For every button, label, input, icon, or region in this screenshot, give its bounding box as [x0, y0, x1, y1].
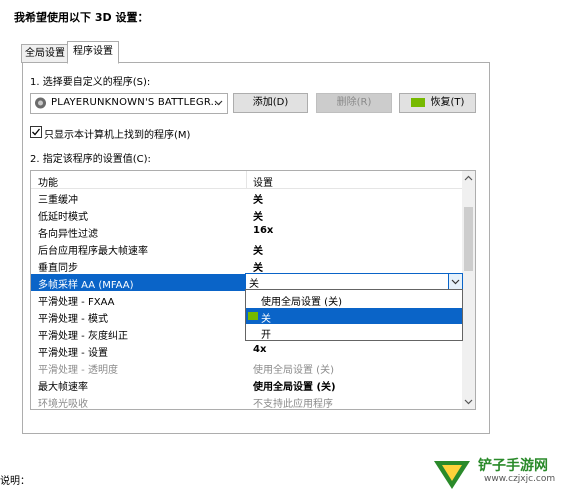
row-feature: 平滑处理 - 设置 — [38, 348, 108, 359]
tab-program-settings[interactable]: 程序设置 — [67, 41, 119, 64]
combobox-dropdown-button[interactable] — [448, 274, 462, 289]
page-heading: 我希望使用以下 3D 设置： — [14, 11, 149, 24]
option-label: 使用全局设置 (关) — [261, 297, 342, 308]
row-setting: 16x — [253, 225, 274, 236]
list-row[interactable]: 平滑处理 - 设置 4x — [31, 342, 462, 359]
tab-global-settings[interactable]: 全局设置 — [21, 44, 69, 63]
show-installed-checkbox[interactable] — [30, 126, 42, 138]
list-row[interactable]: 平滑处理 - 透明度 使用全局设置 (关) — [31, 359, 462, 376]
row-feature: 各向异性过滤 — [38, 229, 98, 240]
row-feature: 平滑处理 - FXAA — [38, 297, 115, 308]
nvidia-logo-icon — [410, 97, 425, 107]
row-feature: 平滑处理 - 模式 — [38, 314, 108, 325]
checkmark-icon — [32, 128, 41, 136]
option-label: 关 — [261, 314, 271, 325]
column-divider[interactable] — [246, 171, 247, 188]
list-row[interactable]: 最大帧速率 使用全局设置 (关) — [31, 376, 462, 393]
list-row[interactable]: 后台应用程序最大帧速率 关 — [31, 240, 462, 257]
header-feature[interactable]: 功能 — [38, 174, 58, 189]
scroll-down-icon[interactable] — [464, 397, 473, 406]
row-feature: 平滑处理 - 透明度 — [38, 365, 118, 376]
row-setting: 使用全局设置 (关) — [253, 365, 334, 376]
note-label: 说明： — [0, 476, 30, 487]
game-icon — [35, 97, 46, 109]
list-row[interactable]: 各向异性过滤 16x — [31, 223, 462, 240]
row-feature: 多帧采样 AA (MFAA) — [38, 280, 134, 291]
setting-combobox[interactable]: 关 — [245, 273, 463, 290]
delete-button[interactable]: 删除(R) — [316, 93, 392, 113]
row-setting: 关 — [253, 263, 263, 274]
setting-dropdown-menu: 使用全局设置 (关) 关 开 — [245, 289, 463, 341]
restore-button-label: 恢复(T) — [430, 97, 465, 108]
row-feature: 最大帧速率 — [38, 382, 88, 393]
watermark-text: 铲子手游网 — [478, 458, 548, 474]
program-select[interactable]: PLAYERUNKNOWN'S BATTLEGR... — [30, 93, 228, 114]
list-scrollbar[interactable] — [462, 171, 475, 409]
watermark-logo-icon — [434, 461, 470, 489]
step2-label: 2. 指定该程序的设置值(C): — [30, 154, 151, 165]
watermark-url: www.czjxjc.com — [484, 474, 556, 484]
restore-button[interactable]: 恢复(T) — [399, 93, 476, 113]
row-setting: 关 — [253, 195, 263, 206]
dropdown-option[interactable]: 开 — [246, 324, 462, 341]
scrollbar-thumb[interactable] — [464, 207, 473, 271]
nvidia-recommended-icon — [248, 312, 258, 320]
list-row[interactable]: 低延时模式 关 — [31, 206, 462, 223]
combobox-value: 关 — [249, 279, 259, 290]
row-setting: 不支持此应用程序 — [253, 399, 333, 410]
row-feature: 垂直同步 — [38, 263, 78, 274]
row-setting: 关 — [253, 212, 263, 223]
list-row[interactable]: 环境光吸收 不支持此应用程序 — [31, 393, 462, 410]
scroll-up-icon[interactable] — [464, 174, 473, 183]
list-row[interactable]: 垂直同步 关 — [31, 257, 462, 274]
chevron-down-icon — [451, 279, 460, 285]
dropdown-option-highlighted[interactable]: 关 — [246, 308, 462, 325]
row-setting: 4x — [253, 344, 267, 355]
dropdown-option[interactable]: 使用全局设置 (关) — [246, 291, 462, 308]
row-feature: 低延时模式 — [38, 212, 88, 223]
row-feature: 平滑处理 - 灰度纠正 — [38, 331, 128, 342]
list-header: 功能 设置 — [31, 171, 462, 189]
list-row[interactable]: 三重缓冲 关 — [31, 189, 462, 206]
row-feature: 三重缓冲 — [38, 195, 78, 206]
header-setting[interactable]: 设置 — [253, 174, 273, 189]
step1-label: 1. 选择要自定义的程序(S): — [30, 77, 151, 88]
row-setting: 关 — [253, 246, 263, 257]
program-select-value: PLAYERUNKNOWN'S BATTLEGR... — [51, 97, 221, 108]
row-setting: 使用全局设置 (关) — [253, 382, 336, 393]
chevron-down-icon — [214, 100, 223, 106]
option-label: 开 — [261, 330, 271, 341]
row-feature: 环境光吸收 — [38, 399, 88, 410]
show-installed-label[interactable]: 只显示本计算机上找到的程序(M) — [44, 126, 190, 141]
row-feature: 后台应用程序最大帧速率 — [38, 246, 148, 257]
add-button[interactable]: 添加(D) — [233, 93, 308, 113]
